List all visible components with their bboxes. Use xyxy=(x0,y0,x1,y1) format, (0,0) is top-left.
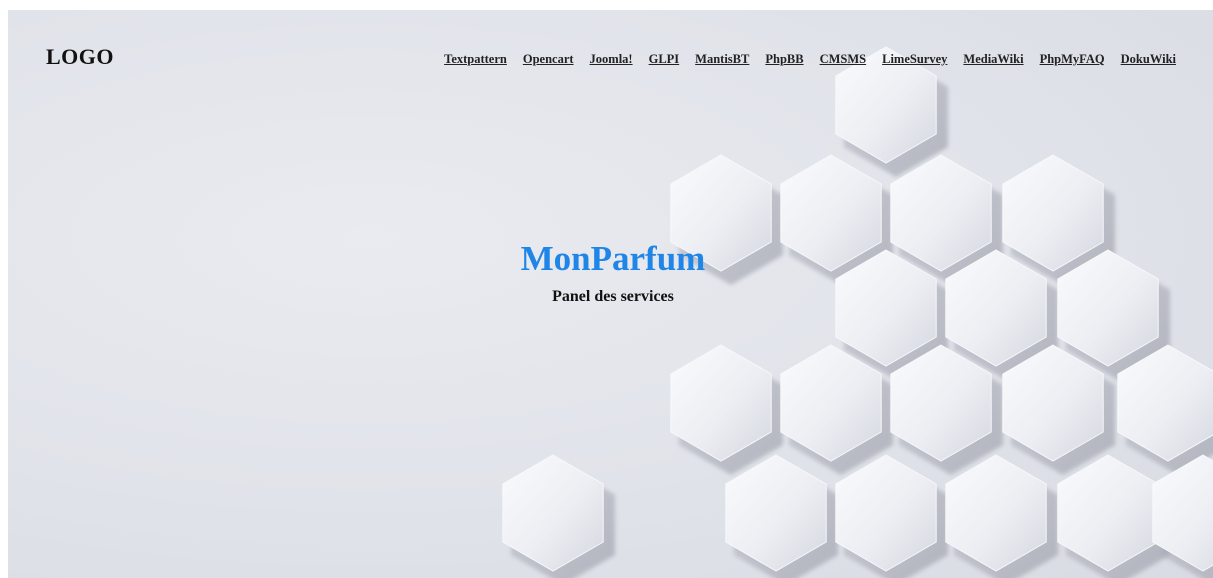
nav-link-phpmyfaq[interactable]: PhpMyFAQ xyxy=(1040,52,1105,67)
nav-link-limesurvey[interactable]: LimeSurvey xyxy=(882,52,947,67)
nav-link-joomla[interactable]: Joomla! xyxy=(590,52,633,67)
nav-link-textpattern[interactable]: Textpattern xyxy=(444,52,507,67)
nav-link-phpbb[interactable]: PhpBB xyxy=(765,52,803,67)
nav-link-mediawiki[interactable]: MediaWiki xyxy=(963,52,1023,67)
logo[interactable]: LOGO xyxy=(46,44,114,70)
nav-link-dokuwiki[interactable]: DokuWiki xyxy=(1121,52,1176,67)
hero: MonParfum Panel des services xyxy=(8,238,1213,306)
nav-link-glpi[interactable]: GLPI xyxy=(649,52,680,67)
nav-link-opencart[interactable]: Opencart xyxy=(523,52,574,67)
page-background: LOGO Textpattern Opencart Joomla! GLPI M… xyxy=(8,10,1213,578)
nav-link-cmsms[interactable]: CMSMS xyxy=(820,52,867,67)
hero-title: MonParfum xyxy=(520,239,706,278)
top-nav: Textpattern Opencart Joomla! GLPI Mantis… xyxy=(444,52,1176,67)
hero-subtitle: Panel des services xyxy=(552,288,674,305)
nav-link-mantisbt[interactable]: MantisBT xyxy=(695,52,749,67)
